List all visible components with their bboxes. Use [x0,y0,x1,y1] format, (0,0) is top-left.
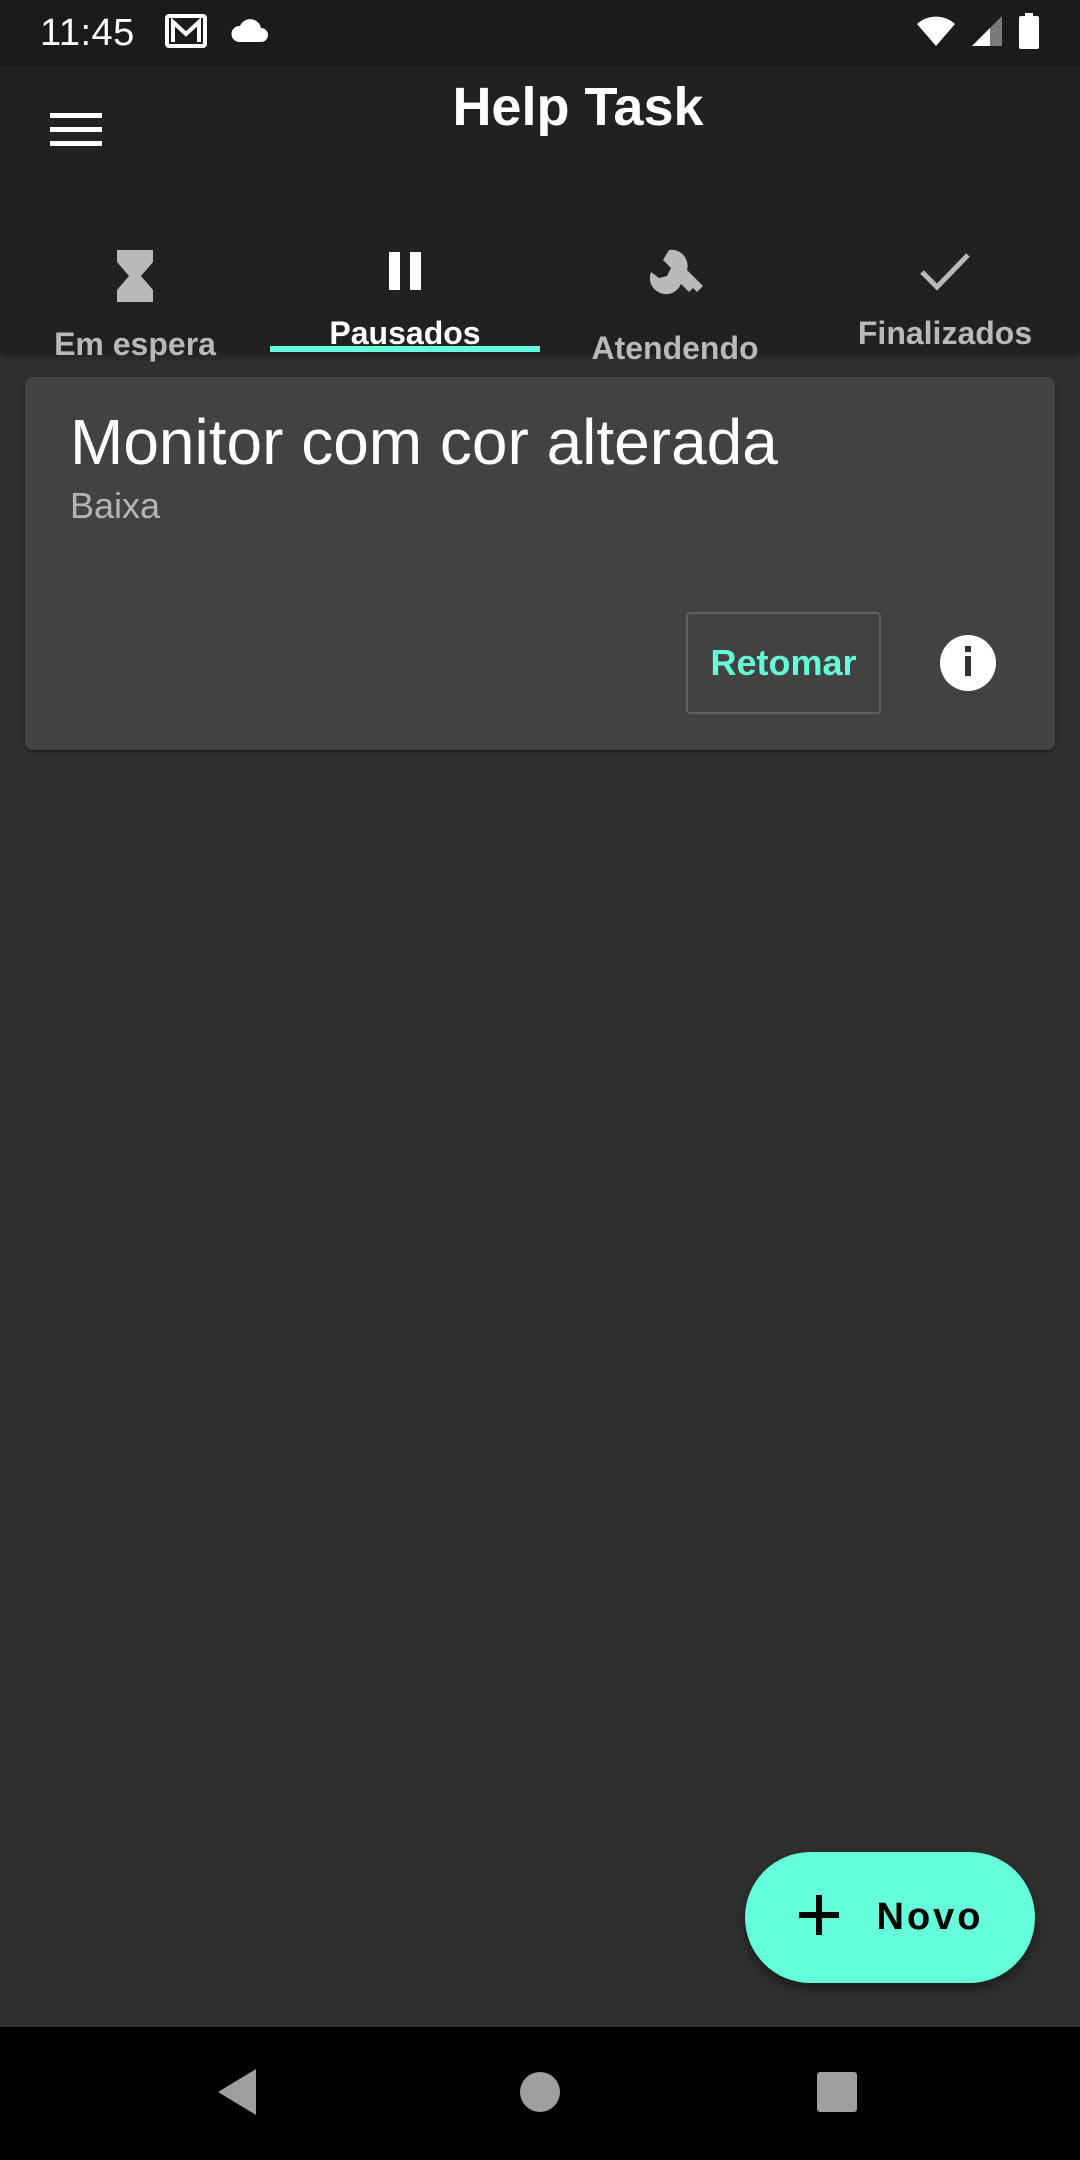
screen: 11:45 Help Task Em espera Pausados Atend… [0,0,1080,2160]
wifi-icon [916,15,956,52]
new-task-label: Novo [876,1896,984,1938]
tab-label: Finalizados [857,315,1033,351]
recents-button[interactable] [802,2059,872,2129]
gmail-icon [164,13,207,53]
status-bar: 11:45 [0,0,1080,66]
tab-bar: Em espera Pausados Atendendo Finalizados [0,176,1080,366]
tab-finalizados[interactable]: Finalizados [810,176,1080,352]
tab-label: Atendendo [591,330,759,366]
tab-label: Em espera [54,326,216,362]
app-title: Help Task [452,77,704,137]
task-priority: Baixa [70,485,161,526]
plus-icon [797,1893,841,1942]
resume-button[interactable]: Retomar [686,612,881,714]
signal-icon [970,14,1004,53]
system-nav-bar [0,2027,1080,2160]
status-time: 11:45 [40,11,135,54]
back-icon [216,2067,260,2122]
tab-em-espera[interactable]: Em espera [0,176,270,362]
recents-icon [815,2070,859,2119]
cloud-icon [229,18,269,49]
info-icon [962,645,974,681]
app-bar: Help Task Em espera Pausados Atendendo F… [0,66,1080,366]
tab-pausados[interactable]: Pausados [270,176,540,352]
battery-icon [1018,12,1040,54]
check-icon [919,248,971,293]
active-tab-indicator [270,346,540,352]
status-notification-icons [164,13,269,53]
new-task-button[interactable]: Novo [745,1852,1035,1983]
status-system-icons [916,12,1040,54]
home-icon [518,2070,562,2119]
info-button[interactable] [940,635,996,691]
task-title: Monitor com cor alterada [70,406,778,478]
pause-icon [387,248,423,293]
wrench-icon [645,248,705,308]
task-card: Monitor com cor alterada Baixa Retomar [25,377,1055,750]
hourglass-icon [115,248,155,304]
tab-atendendo[interactable]: Atendendo [540,176,810,366]
back-button[interactable] [203,2059,273,2129]
home-button[interactable] [505,2059,575,2129]
